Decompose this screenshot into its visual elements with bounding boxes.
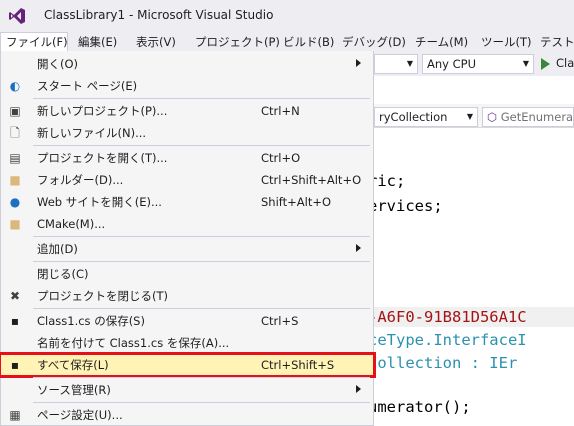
- menu-item-close-solution[interactable]: ✖ プロジェクトを閉じる(T): [0, 285, 374, 307]
- menu-item-save[interactable]: ▪ Class1.cs の保存(S) Ctrl+S: [0, 310, 374, 332]
- open-project-icon: ▤: [9, 151, 21, 165]
- menu-file[interactable]: ファイル(F): [0, 32, 68, 52]
- new-project-icon: ▣: [9, 104, 21, 118]
- chevron-down-icon: ▼: [466, 112, 473, 121]
- close-solution-icon: ✖: [9, 289, 21, 303]
- menu-separator: [33, 261, 370, 262]
- menu-item-open[interactable]: 開く(O): [0, 53, 374, 75]
- menu-item-label: プロジェクトを閉じる(T): [37, 289, 168, 303]
- menu-item-save-all[interactable]: ▪ すべて保存(L) Ctrl+Shift+S: [0, 352, 376, 378]
- type-navigation-combo[interactable]: ryCollection ▼: [374, 107, 478, 127]
- menu-item-label: プロジェクトを開く(T)...: [37, 151, 168, 165]
- menu-item-open-web-site[interactable]: ● Web サイトを開く(E)... Shift+Alt+O: [0, 191, 374, 213]
- cmake-folder-icon: ■: [9, 217, 21, 231]
- menu-item-page-setup[interactable]: ▦ ページ設定(U)...: [0, 404, 374, 426]
- menu-item-shortcut: Ctrl+N: [261, 104, 300, 118]
- menu-separator: [33, 377, 370, 378]
- menu-item-label: 名前を付けて Class1.cs を保存(A)...: [37, 336, 230, 350]
- page-setup-icon: ▦: [9, 408, 21, 422]
- menu-item-shortcut: Ctrl+Shift+S: [261, 358, 335, 372]
- chevron-down-icon: ▼: [522, 59, 529, 68]
- menu-item-shortcut: Ctrl+Shift+Alt+O: [261, 173, 362, 187]
- menu-item-shortcut: Shift+Alt+O: [261, 195, 332, 209]
- menu-item-open-project[interactable]: ▤ プロジェクトを開く(T)... Ctrl+O: [0, 147, 374, 169]
- web-site-icon: ●: [9, 195, 21, 209]
- start-play-icon[interactable]: [541, 58, 550, 70]
- menu-separator: [33, 308, 370, 309]
- menu-item-label: 新しいファイル(N)...: [37, 126, 147, 140]
- menu-item-label: Class1.cs の保存(S): [37, 314, 145, 328]
- platform-combo[interactable]: Any CPU ▼: [422, 54, 534, 74]
- window-title: ClassLibrary1 - Microsoft Visual Studio: [44, 8, 274, 22]
- folder-icon: ■: [9, 173, 21, 187]
- submenu-arrow-icon: [356, 385, 361, 393]
- menu-item-label: 追加(D): [37, 242, 78, 256]
- save-icon: ▪: [10, 314, 20, 328]
- menu-team[interactable]: チーム(M): [410, 32, 473, 52]
- menu-separator: [33, 145, 370, 146]
- menu-item-shortcut: Ctrl+S: [261, 314, 299, 328]
- menu-item-add[interactable]: 追加(D): [0, 238, 374, 260]
- menu-separator: [33, 236, 370, 237]
- chevron-down-icon: ▼: [406, 59, 413, 68]
- menu-item-new-project[interactable]: ▣ 新しいプロジェクト(P)... Ctrl+N: [0, 100, 374, 122]
- start-button-label[interactable]: Cla: [556, 56, 574, 70]
- title-bar: ClassLibrary1 - Microsoft Visual Studio: [0, 0, 574, 32]
- vs-start-icon: ◐: [9, 79, 21, 93]
- menu-separator: [33, 402, 370, 403]
- menu-item-label: 閉じる(C): [37, 267, 89, 281]
- menu-item-close[interactable]: 閉じる(C): [0, 263, 374, 285]
- member-navigation-combo[interactable]: ⬡ GetEnumerato: [482, 107, 574, 127]
- menu-item-label: CMake(M)...: [37, 217, 106, 231]
- menu-item-label: Web サイトを開く(E)...: [37, 195, 162, 209]
- menu-test[interactable]: テスト(S): [535, 32, 574, 52]
- visual-studio-logo-icon: [9, 8, 25, 24]
- menu-edit[interactable]: 編集(E): [73, 32, 122, 52]
- configuration-combo[interactable]: ▼: [374, 54, 418, 74]
- menu-item-label: スタート ページ(E): [37, 79, 138, 93]
- menu-item-shortcut: Ctrl+O: [261, 151, 301, 165]
- menu-item-label: ソース管理(R): [37, 383, 111, 397]
- menu-item-label: ページ設定(U)...: [37, 408, 123, 422]
- menu-view[interactable]: 表示(V): [131, 32, 181, 52]
- member-method-icon: ⬡: [487, 110, 501, 124]
- menu-tools[interactable]: ツール(T): [476, 32, 537, 52]
- menu-project[interactable]: プロジェクト(P): [190, 32, 285, 52]
- menu-separator: [33, 98, 370, 99]
- menu-item-label: すべて保存(L): [37, 358, 109, 372]
- menu-item-label: フォルダー(D)...: [37, 173, 124, 187]
- menu-item-save-as[interactable]: 名前を付けて Class1.cs を保存(A)...: [0, 332, 374, 354]
- new-file-icon: 🗋: [10, 126, 20, 140]
- menu-debug[interactable]: デバッグ(D): [337, 32, 411, 52]
- platform-value: Any CPU: [427, 57, 476, 71]
- menu-item-label: 新しいプロジェクト(P)...: [37, 104, 168, 118]
- submenu-arrow-icon: [356, 59, 361, 67]
- menu-item-open-folder[interactable]: ■ フォルダー(D)... Ctrl+Shift+Alt+O: [0, 169, 374, 191]
- type-combo-value: ryCollection: [379, 110, 448, 124]
- submenu-arrow-icon: [356, 244, 361, 252]
- menu-item-start-page[interactable]: ◐ スタート ページ(E): [0, 75, 374, 97]
- save-all-icon: ▪: [10, 358, 20, 372]
- menu-item-cmake[interactable]: ■ CMake(M)...: [0, 213, 374, 235]
- menu-item-new-file[interactable]: 🗋 新しいファイル(N)...: [0, 122, 374, 144]
- member-combo-value: GetEnumerato: [500, 110, 574, 124]
- menu-build[interactable]: ビルド(B): [278, 32, 339, 52]
- menu-bar: ファイル(F) 編集(E) 表示(V) プロジェクト(P) ビルド(B) デバッ…: [0, 32, 574, 52]
- menu-item-label: 開く(O): [37, 57, 79, 71]
- menu-item-source-control[interactable]: ソース管理(R): [0, 379, 374, 401]
